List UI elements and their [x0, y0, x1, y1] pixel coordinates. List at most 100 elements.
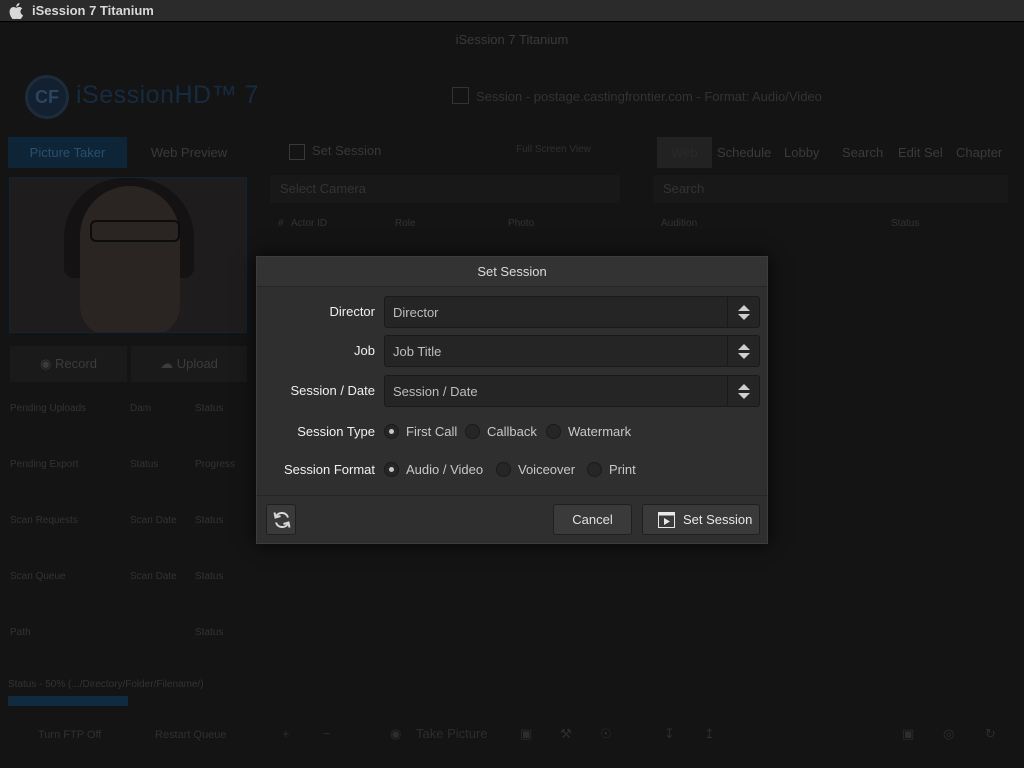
director-select[interactable]: Director	[384, 296, 760, 328]
portrait-icon[interactable]: ▣	[902, 726, 914, 742]
radio-label: Callback	[487, 424, 537, 439]
app-menu-title[interactable]: iSession 7 Titanium	[32, 3, 154, 18]
col-number: #	[278, 218, 284, 229]
radio-dot[interactable]	[546, 424, 561, 439]
queue-col: Path	[10, 627, 31, 638]
remove-icon[interactable]: −	[323, 726, 331, 741]
queue-col: Status	[195, 403, 224, 414]
queue-col: Progress	[195, 459, 236, 470]
session-date-value: Session / Date	[393, 384, 478, 399]
queue-col: Status	[130, 459, 159, 470]
preview-face	[80, 186, 180, 332]
radio-label: Watermark	[568, 424, 632, 439]
restart-queue-button[interactable]: Restart Queue	[155, 729, 227, 741]
refresh-icon[interactable]: ↻	[985, 726, 996, 742]
tab-lobby[interactable]: Lobby	[784, 137, 819, 168]
move-down-icon[interactable]: ↧	[664, 726, 675, 742]
director-value: Director	[393, 305, 439, 320]
queue-col: Status	[195, 571, 224, 582]
job-label: Job	[354, 343, 375, 358]
queue-col: Dam	[130, 403, 152, 414]
col-photo: Photo	[508, 218, 535, 229]
session-date-label: Session / Date	[290, 383, 375, 398]
refresh-button[interactable]	[266, 504, 296, 535]
queue-col: Scan Queue	[10, 571, 66, 582]
queue-col: Scan Date	[130, 515, 177, 526]
set-session-dialog: Set Session Director Director Job Job Ti…	[256, 256, 768, 544]
updown-arrows-icon[interactable]	[727, 297, 759, 327]
clapperboard-icon	[658, 512, 675, 528]
target-icon[interactable]: ◎	[943, 726, 954, 742]
radio-dot-selected[interactable]	[384, 424, 399, 439]
box-icon[interactable]: ▣	[520, 726, 532, 742]
upload-progress-bar	[8, 696, 128, 706]
add-icon[interactable]: +	[282, 726, 290, 741]
set-session-label: Set Session	[683, 512, 753, 527]
queue-col: Pending Export	[10, 459, 79, 470]
cancel-button[interactable]: Cancel	[553, 504, 632, 535]
preview-glasses	[90, 220, 180, 242]
tab-schedule[interactable]: Schedule	[717, 137, 771, 168]
queue-col: Scan Date	[130, 571, 177, 582]
tab-web-preview[interactable]: Web Preview	[130, 137, 248, 168]
col-status: Status	[891, 218, 920, 229]
tab-edit-sel[interactable]: Edit Sel	[898, 137, 943, 168]
full-screen-toggle[interactable]: Full Screen View	[516, 144, 591, 155]
director-label: Director	[329, 304, 375, 319]
radio-dot-selected[interactable]	[384, 462, 399, 477]
radio-dot[interactable]	[496, 462, 511, 477]
queue-col: Pending Uploads	[10, 403, 87, 414]
session-format-label: Session Format	[283, 462, 375, 477]
search-input[interactable]: Search	[653, 175, 1008, 203]
status-line: Status - 50% (.../Directory/Folder/Filen…	[8, 679, 204, 690]
queue-col: Status	[195, 627, 224, 638]
camera-preview	[9, 177, 247, 333]
compass-icon[interactable]: ☉	[600, 726, 612, 742]
radio-label: First Call	[406, 424, 458, 439]
updown-arrows-icon[interactable]	[727, 376, 759, 406]
app-logo-text: iSessionHD™ 7	[76, 81, 259, 109]
window-title: iSession 7 Titanium	[455, 32, 569, 47]
cf-logo-icon: CF	[25, 75, 69, 119]
record-label: Record	[55, 356, 97, 371]
set-session-link[interactable]: Set Session	[312, 143, 381, 158]
menu-bar: iSession 7 Titanium	[0, 0, 1024, 22]
upload-button[interactable]: ☁ Upload	[131, 346, 247, 382]
tab-picture-taker[interactable]: Picture Taker	[8, 137, 127, 168]
radio-dot[interactable]	[587, 462, 602, 477]
radio-dot[interactable]	[465, 424, 480, 439]
radio-label: Audio / Video	[406, 462, 484, 477]
col-actor-id: Actor ID	[291, 218, 328, 229]
dialog-divider	[257, 495, 767, 496]
tab-web[interactable]: Web	[657, 137, 712, 168]
select-camera-dropdown[interactable]: Select Camera	[270, 175, 620, 203]
set-session-button[interactable]: Set Session	[642, 504, 760, 535]
session-info-text: Session - postage.castingfrontier.com - …	[476, 89, 822, 104]
calendar-icon	[452, 87, 469, 104]
record-button[interactable]: ◉ Record	[10, 346, 127, 382]
cloud-upload-icon: ☁	[160, 356, 177, 371]
wrench-icon[interactable]: ⚒	[560, 726, 572, 742]
clapperboard-icon	[289, 144, 305, 160]
apple-icon[interactable]	[9, 3, 23, 19]
move-up-icon[interactable]: ↥	[704, 726, 715, 742]
camera-icon: ◉	[390, 726, 402, 741]
radio-label: Print	[609, 462, 636, 477]
job-select[interactable]: Job Title	[384, 335, 760, 367]
tab-chapter[interactable]: Chapter	[956, 137, 1002, 168]
job-value: Job Title	[393, 344, 442, 359]
col-audition: Audition	[661, 218, 698, 229]
dialog-title: Set Session	[257, 257, 767, 287]
session-type-label: Session Type	[297, 424, 375, 439]
take-picture-button[interactable]: Take Picture	[416, 726, 488, 741]
col-role: Role	[395, 218, 416, 229]
tab-search[interactable]: Search	[842, 137, 883, 168]
turn-ftp-off-button[interactable]: Turn FTP Off	[38, 729, 101, 741]
camera-icon: ◉	[40, 356, 56, 371]
queue-col: Scan Requests	[10, 515, 78, 526]
updown-arrows-icon[interactable]	[727, 336, 759, 366]
refresh-icon	[273, 511, 291, 529]
session-date-select[interactable]: Session / Date	[384, 375, 760, 407]
queue-col: Status	[195, 515, 224, 526]
radio-label: Voiceover	[518, 462, 576, 477]
